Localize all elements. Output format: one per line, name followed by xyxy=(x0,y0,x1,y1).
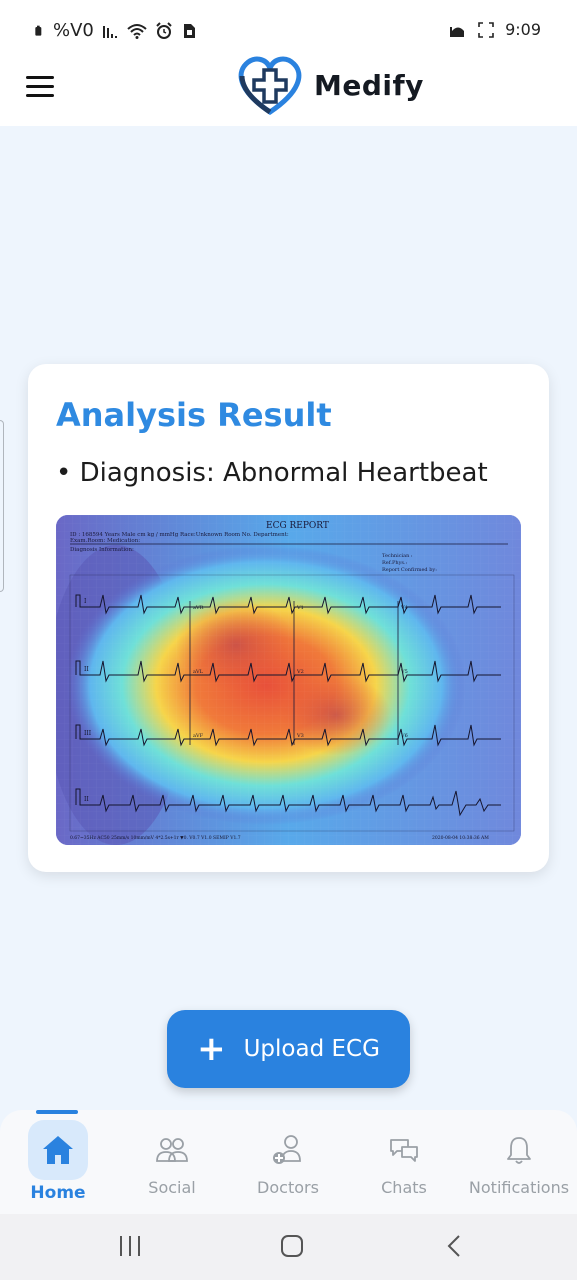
ecg-ref-phys: Ref.Phys.: xyxy=(382,560,408,566)
battery-icon xyxy=(35,25,42,36)
menu-icon xyxy=(26,76,54,79)
ecg-lead-label: II xyxy=(84,666,89,673)
ecg-report-title: ECG REPORT xyxy=(266,521,329,531)
nav-notifications[interactable]: Notifications xyxy=(461,1110,577,1214)
nav-label: Doctors xyxy=(257,1178,319,1197)
recent-apps-icon xyxy=(120,1236,140,1256)
chat-icon xyxy=(374,1120,434,1180)
people-icon xyxy=(142,1120,202,1180)
back-button[interactable] xyxy=(444,1232,464,1264)
nav-home[interactable]: Home xyxy=(0,1110,116,1214)
ecg-lead-label: II xyxy=(84,796,89,803)
upload-ecg-button[interactable]: + Upload ECG xyxy=(167,1010,410,1088)
ecg-report-graphic: ECG REPORT ID : 168594 Years Male cm kg … xyxy=(56,515,521,845)
mosque-icon xyxy=(450,26,465,37)
system-nav-bar xyxy=(0,1214,577,1280)
recent-apps-button[interactable] xyxy=(118,1232,142,1264)
ecg-header-line2: Exam.Room: Medication: xyxy=(70,538,140,544)
clock: 9:09 xyxy=(505,20,541,39)
analysis-title: Analysis Result xyxy=(56,396,332,434)
ecg-technician: Technician : xyxy=(382,553,413,559)
ecg-diagnosis-info: Diagnosis Information: xyxy=(70,547,134,553)
nav-label: Notifications xyxy=(468,1178,570,1197)
bottom-nav: Home Social Doctors Chats Notifications xyxy=(0,1110,577,1214)
bell-icon xyxy=(489,1120,549,1180)
brand: Medify xyxy=(234,52,424,118)
back-icon xyxy=(447,1235,460,1257)
status-bar: %V0 9:09 xyxy=(0,0,577,60)
ecg-heatmap-image: ECG REPORT ID : 168594 Years Male cm kg … xyxy=(56,515,521,845)
ecg-section-label: aVF xyxy=(193,733,204,739)
battery-percent: %V0 xyxy=(53,20,94,41)
ecg-section-label: aVR xyxy=(193,605,204,611)
nav-label: Home xyxy=(30,1183,86,1203)
nav-doctors[interactable]: Doctors xyxy=(230,1110,346,1214)
ecg-section-label: V3 xyxy=(296,733,304,739)
ecg-section-label: V1 xyxy=(296,605,304,611)
menu-button[interactable] xyxy=(26,76,54,98)
edge-panel-handle[interactable] xyxy=(0,420,4,592)
doctor-add-icon xyxy=(258,1120,318,1180)
home-button[interactable] xyxy=(279,1232,305,1264)
ecg-section-label: V6 xyxy=(400,733,408,739)
ecg-footer-left: 0.67~35Hz AC50 25mm/s 10mm/mV 4*2.5s+1r … xyxy=(70,835,241,841)
status-left: %V0 xyxy=(34,20,198,41)
signal-icon xyxy=(102,25,117,38)
ecg-section-label: aVL xyxy=(193,669,204,675)
active-tab-indicator xyxy=(36,1110,78,1114)
ecg-section-label: V4 xyxy=(400,605,408,611)
heart-cross-logo xyxy=(238,56,302,116)
app-title: Medify xyxy=(314,68,424,102)
sim-icon xyxy=(183,23,195,38)
ecg-section-label: V2 xyxy=(296,669,304,675)
home-icon xyxy=(28,1120,88,1180)
upload-ecg-label: Upload ECG xyxy=(243,1036,380,1062)
nav-social[interactable]: Social xyxy=(114,1110,230,1214)
diagnosis-text: • Diagnosis: Abnormal Heartbeat xyxy=(56,458,488,488)
status-right: 9:09 xyxy=(449,20,541,39)
app-bar: Medify xyxy=(0,56,577,126)
ecg-footer-right: 2020-08-04 10:38:36 AM xyxy=(432,835,489,841)
wifi-icon xyxy=(127,23,147,39)
nav-label: Social xyxy=(148,1178,196,1197)
nav-chats[interactable]: Chats xyxy=(346,1110,462,1214)
alarm-icon xyxy=(156,21,172,39)
ecg-section-label: V5 xyxy=(400,669,408,675)
analysis-card: Analysis Result • Diagnosis: Abnormal He… xyxy=(28,364,549,872)
nav-label: Chats xyxy=(381,1178,427,1197)
ecg-confirmed: Report Confirmed by: xyxy=(382,567,437,573)
home-circle-icon xyxy=(281,1235,303,1257)
ecg-lead-label: III xyxy=(84,730,92,737)
screenshot-frame-icon xyxy=(478,21,494,38)
plus-icon: + xyxy=(197,1029,226,1069)
